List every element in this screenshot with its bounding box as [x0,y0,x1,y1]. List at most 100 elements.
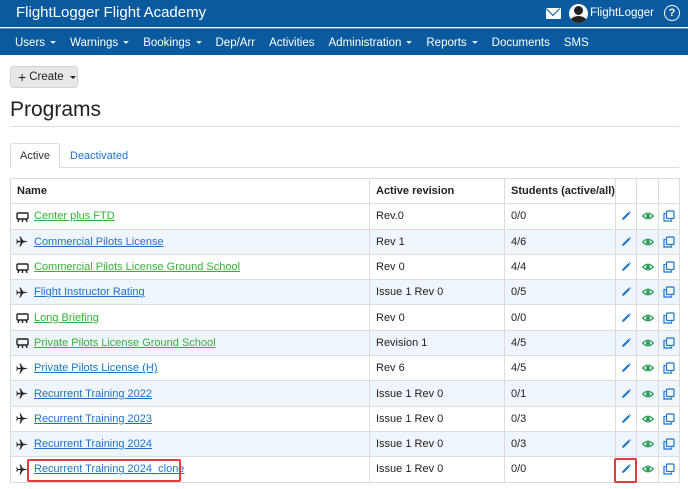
eye-icon[interactable] [641,388,654,400]
pencil-icon[interactable] [620,210,632,222]
create-button[interactable]: + Create [10,66,78,88]
program-link[interactable]: Private Pilots License (H) [34,362,158,374]
eye-icon[interactable] [641,413,654,425]
copy-icon[interactable] [663,210,675,223]
cell-action [636,203,659,230]
eye-icon[interactable] [641,362,654,374]
cell-program-name: Recurrent Training 2024 [10,430,370,458]
copy-icon[interactable] [663,337,675,349]
copy-icon[interactable] [663,286,675,298]
pencil-icon[interactable] [620,286,632,298]
cell-students: 0/0 [504,456,616,483]
eye-icon[interactable] [641,286,654,298]
eye-icon[interactable] [641,463,654,475]
user-name[interactable]: FlightLogger [590,7,654,19]
program-name-wrap: Recurrent Training 2023 [16,413,363,425]
pencil-icon[interactable] [620,362,632,374]
help-icon[interactable]: ? [664,5,680,21]
nav-item-administration[interactable]: Administration [329,37,413,49]
column-header-name[interactable]: Name [10,177,370,205]
table-row: Long Briefing Rev 0 0/0 [10,304,680,331]
nav-item-label: Documents [491,36,550,49]
table-row: Recurrent Training 2024 Issue 1 Rev 0 0/3 [10,430,680,458]
pencil-icon[interactable] [620,388,632,400]
nav-item-bookings[interactable]: Bookings [143,37,202,49]
copy-icon[interactable] [663,463,675,476]
cell-program-name: Private Pilots License Ground School [10,329,370,357]
pencil-icon[interactable] [620,413,632,425]
program-link[interactable]: Flight Instructor Rating [34,286,145,298]
brand-title[interactable]: FlightLogger Flight Academy [16,4,206,21]
nav-item-warnings[interactable]: Warnings [70,37,130,49]
program-name-wrap: Commercial Pilots License Ground School [16,261,363,273]
chevron-down-icon [195,41,202,44]
program-name-wrap: Long Briefing [16,312,363,324]
cell-action [658,253,680,281]
program-link[interactable]: Commercial Pilots License Ground School [34,261,240,273]
pencil-icon[interactable] [620,236,632,248]
chevron-down-icon [50,41,57,44]
program-link[interactable]: Recurrent Training 2022 [34,388,152,400]
cell-active-revision: Issue 1 Rev 0 [369,405,505,432]
program-name-wrap: Private Pilots License (H) [16,362,363,374]
nav-item-label: SMS [563,36,589,49]
copy-icon[interactable] [663,261,675,273]
eye-icon[interactable] [641,210,654,222]
nav-item-users[interactable]: Users [15,37,57,49]
cell-program-name: Center plus FTD [10,203,370,230]
program-link[interactable]: Private Pilots License Ground School [34,337,216,349]
main-nav: Users Warnings Bookings Dep/Arr Activities Ad… [0,28,688,55]
cell-active-revision: Rev 6 [369,355,505,382]
cell-active-revision: Issue 1 Rev 0 [369,456,505,483]
pencil-icon[interactable] [620,312,632,324]
cell-action [615,355,637,382]
cell-action [615,253,637,281]
nav-item-sms[interactable]: SMS [564,37,589,49]
nav-item-reports[interactable]: Reports [426,37,478,49]
copy-icon[interactable] [663,413,675,425]
program-link[interactable]: Center plus FTD [34,210,115,222]
cell-action [615,203,637,230]
airplane-icon [16,413,29,424]
avatar[interactable] [569,3,589,23]
top-right-controls: FlightLogger ? [546,3,680,23]
copy-icon[interactable] [663,438,675,450]
cell-program-name: Recurrent Training 2022 [10,380,370,407]
cell-students: 4/5 [504,355,616,382]
eye-icon[interactable] [641,236,654,248]
cell-active-revision: Rev 1 [369,228,505,255]
airplane-icon [16,363,29,374]
nav-item-dep-arr[interactable]: Dep/Arr [216,37,256,49]
eye-icon[interactable] [641,438,654,450]
column-header-revision[interactable]: Active revision [369,177,505,205]
cell-action [615,430,637,458]
copy-icon[interactable] [663,387,675,400]
eye-icon[interactable] [641,337,654,349]
column-header-students[interactable]: Students (active/all) [504,177,616,205]
mail-icon[interactable] [546,7,562,19]
pencil-icon[interactable] [620,337,632,349]
copy-icon[interactable] [663,362,675,374]
eye-icon[interactable] [641,312,654,324]
program-link[interactable]: Recurrent Training 2024 [34,438,152,450]
copy-icon[interactable] [663,236,675,248]
pencil-icon[interactable] [620,438,632,450]
pencil-icon[interactable] [620,261,632,273]
nav-item-documents[interactable]: Documents [492,37,550,49]
copy-icon[interactable] [663,312,675,324]
cell-action [658,456,680,483]
cell-action [636,380,659,407]
nav-item-activities[interactable]: Activities [269,37,314,49]
program-link[interactable]: Recurrent Training 2023 [34,413,152,425]
eye-icon[interactable] [641,261,654,273]
program-link[interactable]: Commercial Pilots License [34,236,164,248]
airplane-icon [16,388,29,399]
cell-program-name: Flight Instructor Rating [10,279,370,306]
tab-active[interactable]: Active [10,143,60,168]
program-link[interactable]: Long Briefing [34,312,99,324]
cell-action [636,456,659,483]
chevron-down-icon [123,41,130,44]
cell-students: 0/3 [504,405,616,432]
cell-action [658,279,680,306]
tab-deactivated[interactable]: Deactivated [70,143,128,168]
